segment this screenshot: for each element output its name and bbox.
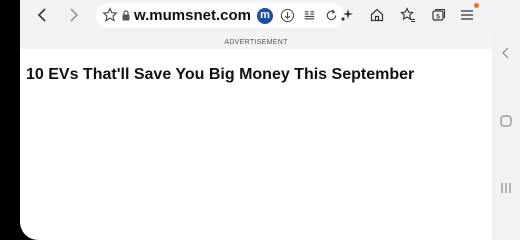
advertisement-banner[interactable]: ADVERTISEMENT — [20, 31, 492, 49]
star-list-icon — [400, 7, 415, 23]
tabs-button[interactable]: 5 — [427, 4, 449, 26]
menu-icon — [461, 10, 473, 20]
chevron-left-icon — [37, 8, 46, 22]
url-text[interactable]: w.mumsnet.com — [134, 6, 251, 25]
download-icon[interactable] — [280, 8, 295, 23]
sparkle-icon — [341, 9, 353, 21]
browser-screen: w.mumsnet.com m 5 ADVERTISEMENT 10 EVs T… — [20, 0, 492, 240]
tab-count: 5 — [436, 13, 440, 20]
article-headline[interactable]: 10 EVs That'll Save You Big Money This S… — [26, 66, 486, 84]
home-button[interactable] — [366, 4, 388, 26]
reader-mode-icon[interactable] — [302, 8, 317, 23]
back-nav-icon[interactable] — [498, 45, 514, 61]
extensions-button[interactable] — [336, 4, 358, 26]
back-button[interactable] — [32, 4, 54, 26]
tabs-icon: 5 — [432, 8, 446, 21]
browser-toolbar: w.mumsnet.com m 5 — [20, 0, 492, 31]
address-bar[interactable]: w.mumsnet.com m — [96, 3, 344, 28]
site-badge-icon[interactable]: m — [257, 8, 273, 24]
star-outline-icon[interactable] — [102, 7, 118, 23]
chevron-right-icon — [70, 8, 79, 22]
bookmarks-button[interactable] — [397, 4, 419, 26]
home-icon — [370, 8, 384, 22]
system-navigation-bar — [492, 0, 520, 240]
lock-icon — [122, 10, 130, 21]
notification-dot — [474, 3, 479, 8]
home-nav-icon[interactable] — [498, 113, 514, 129]
ad-label: ADVERTISEMENT — [224, 39, 288, 46]
forward-button[interactable] — [62, 4, 84, 26]
recents-nav-icon[interactable] — [498, 180, 514, 196]
